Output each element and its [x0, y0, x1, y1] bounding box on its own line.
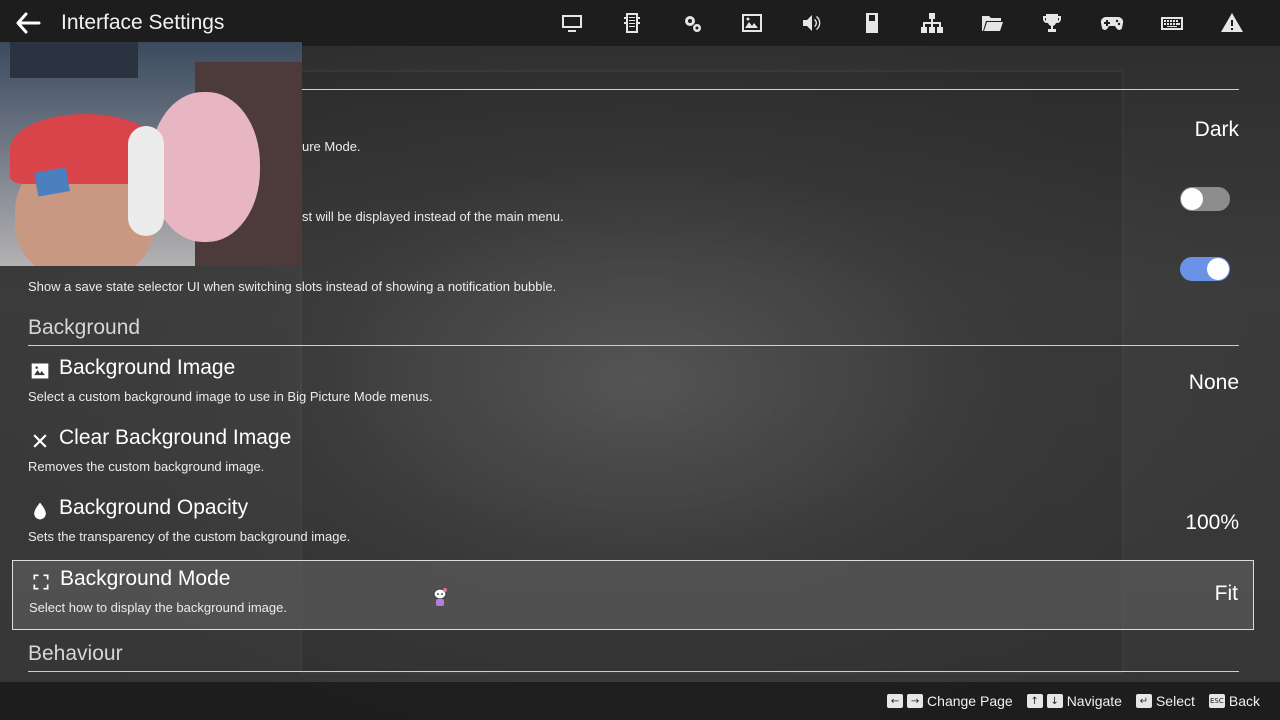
tab-network[interactable] — [902, 10, 962, 36]
button-hints: ← → Change Page ↑ ↓ Navigate ↵ Select ESC … — [887, 693, 1260, 709]
setting-value: None — [1188, 371, 1239, 394]
memory-card-icon — [624, 13, 640, 33]
tab-audio[interactable] — [782, 10, 842, 36]
hint-label: Change Page — [927, 693, 1013, 709]
cpu-settings-icon — [685, 16, 701, 32]
speaker-icon — [803, 15, 821, 31]
setting-background-image[interactable]: Background Image Select a custom backgro… — [12, 350, 1254, 420]
setting-title: Background Image — [59, 356, 236, 379]
up-arrow-key-icon: ↑ — [1026, 694, 1043, 708]
warning-icon — [1221, 13, 1243, 32]
setting-title: Clear Background Image — [59, 426, 292, 449]
tab-graphics[interactable] — [722, 10, 782, 36]
close-icon — [28, 429, 52, 453]
droplet-icon — [28, 499, 52, 523]
section-divider — [28, 671, 1239, 672]
toggle-switch[interactable] — [1180, 257, 1230, 281]
tab-controllers[interactable] — [1082, 10, 1142, 36]
tab-bios[interactable] — [602, 10, 662, 36]
right-arrow-key-icon: → — [907, 694, 924, 708]
webcam-headphone — [128, 126, 164, 236]
mouse-cursor-icon — [433, 588, 447, 606]
tab-memory-cards[interactable] — [842, 10, 902, 36]
card-slot-icon — [866, 13, 878, 33]
setting-title: Background Mode — [60, 567, 231, 590]
tab-folders[interactable] — [962, 10, 1022, 36]
network-icon — [921, 13, 943, 33]
settings-page-tabs — [542, 10, 1262, 36]
enter-key-icon: ↵ — [1135, 694, 1152, 708]
section-title-behaviour: Behaviour — [28, 642, 123, 665]
toggle-switch[interactable] — [1180, 187, 1230, 211]
hint-label: Back — [1228, 693, 1260, 709]
monitor-icon — [562, 15, 582, 32]
page-title: Interface Settings — [61, 11, 225, 34]
left-arrow-key-icon: ← — [887, 694, 904, 708]
hint-label: Navigate — [1066, 693, 1122, 709]
setting-background-mode[interactable]: Background Mode Select how to display th… — [12, 560, 1254, 630]
escape-key-icon: ESC — [1208, 694, 1225, 708]
hint-navigate: ↑ ↓ Navigate — [1026, 693, 1122, 709]
setting-value: Fit — [1214, 582, 1238, 605]
back-button[interactable] — [12, 8, 44, 38]
tab-interface[interactable] — [542, 10, 602, 36]
image-icon — [742, 14, 762, 32]
gamepad-icon — [1100, 16, 1124, 30]
setting-value: Dark — [1194, 118, 1239, 141]
bottom-bar: ← → Change Page ↑ ↓ Navigate ↵ Select ESC … — [0, 682, 1280, 720]
webcam-pink-headphones — [150, 92, 260, 242]
tab-advanced[interactable] — [1202, 10, 1262, 36]
setting-description: st will be displayed instead of the main… — [302, 209, 564, 224]
tab-achievements[interactable] — [1022, 10, 1082, 36]
setting-description: Sets the transparency of the custom back… — [28, 529, 351, 544]
webcam-poster — [10, 42, 138, 78]
setting-description: Select how to display the background ima… — [29, 600, 287, 615]
setting-value: 100% — [1185, 511, 1239, 534]
hint-select: ↵ Select — [1135, 693, 1195, 709]
hint-label: Select — [1155, 693, 1195, 709]
folder-icon — [982, 16, 1003, 31]
setting-description: ure Mode. — [302, 139, 361, 154]
setting-background-opacity[interactable]: Background Opacity Sets the transparency… — [12, 490, 1254, 560]
image-icon — [28, 359, 52, 383]
hint-back: ESC Back — [1208, 693, 1260, 709]
setting-clear-background-image[interactable]: Clear Background Image Removes the custo… — [12, 420, 1254, 490]
toggle-knob — [1207, 258, 1229, 280]
tab-emulation[interactable] — [662, 10, 722, 36]
webcam-overlay — [0, 42, 302, 266]
setting-description: Removes the custom background image. — [28, 459, 265, 474]
setting-description: Show a save state selector UI when switc… — [28, 279, 557, 294]
tab-hotkeys[interactable] — [1142, 10, 1202, 36]
down-arrow-key-icon: ↓ — [1046, 694, 1063, 708]
trophy-icon — [1043, 14, 1061, 32]
top-bar: Interface Settings — [0, 0, 1280, 46]
setting-description: Select a custom background image to use … — [28, 389, 433, 404]
section-title-background: Background — [28, 316, 141, 339]
setting-title: Background Opacity — [59, 496, 249, 519]
arrow-left-icon — [16, 12, 41, 34]
fullscreen-icon — [29, 570, 53, 594]
keyboard-icon — [1161, 17, 1183, 30]
toggle-knob — [1181, 188, 1203, 210]
hint-change-page: ← → Change Page — [887, 693, 1013, 709]
section-divider — [28, 345, 1239, 346]
